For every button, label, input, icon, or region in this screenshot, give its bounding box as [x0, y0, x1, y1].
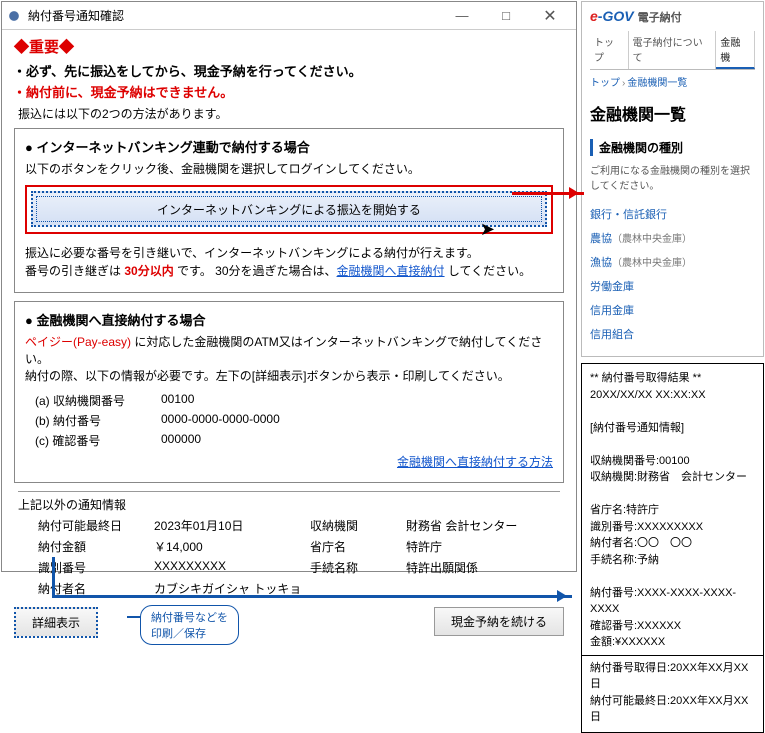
red-arrow [512, 192, 584, 195]
start-internet-banking-button[interactable]: インターネットバンキングによる振込を開始する [31, 191, 547, 227]
cat-shinkin[interactable]: 信用金庫 [590, 298, 755, 322]
cat-bank[interactable]: 銀行・信託銀行 [590, 202, 755, 226]
note-2: 納付前に、現金予納はできません。 [26, 82, 564, 101]
payment-info-rows: (a) 収納機関番号00100 (b) 納付番号0000-0000-0000-0… [35, 392, 553, 449]
detail-button[interactable]: 詳細表示 [14, 607, 98, 638]
panel1-desc: 以下のボタンをクリック後、金融機関を選択してログインしてください。 [25, 160, 553, 177]
panel2-desc: ペイジー(Pay-easy) に対応した金融機関のATM又はインターネットバンキ… [25, 333, 553, 384]
blue-arrow-right [52, 595, 572, 598]
direct-payment-link-inline[interactable]: 金融機関へ直接納付 [337, 264, 445, 278]
blue-arrow-down [52, 557, 55, 597]
receipt-panel: ** 納付番号取得結果 ** 20XX/XX/XX XX:XX:XX [納付番号… [581, 363, 764, 733]
tab-top[interactable]: トップ [590, 31, 629, 69]
app-icon [6, 8, 22, 24]
close-button[interactable]: ✕ [528, 3, 572, 29]
bank-category-list: 銀行・信託銀行 農協（農林中央金庫） 漁協（農林中央金庫） 労働金庫 信用金庫 … [590, 202, 755, 346]
panel2-title: ● 金融機関へ直接納付する場合 [25, 310, 553, 329]
crumb-top[interactable]: トップ [590, 78, 620, 89]
dialog-window: 納付番号通知確認 — □ ✕ ◆重要◆ 必ず、先に振込をしてから、現金予納を行っ… [1, 1, 577, 572]
egov-panel: e-GOV電子納付 トップ 電子納付について 金融機 トップ›金融機関一覧 金融… [581, 1, 764, 357]
continue-cash-button[interactable]: 現金予納を続ける [434, 607, 564, 636]
note-1: 必ず、先に振込をしてから、現金予納を行ってください。 [26, 61, 564, 80]
egov-note: ご利用になる金融機関の種別を選択してください。 [590, 162, 755, 192]
direct-payment-method-link[interactable]: 金融機関へ直接納付する方法 [397, 455, 553, 469]
maximize-button[interactable]: □ [484, 3, 528, 29]
other-info-grid: 納付可能最終日2023年01月10日収納機関財務省 会計センター 納付金額￥14… [38, 517, 564, 597]
panel1-title: ● インターネットバンキング連動で納付する場合 [25, 137, 553, 156]
other-info-title: 上記以外の通知情報 [18, 491, 560, 513]
highlighted-button-frame: インターネットバンキングによる振込を開始する ➤ [25, 185, 553, 234]
tab-banks[interactable]: 金融機 [716, 31, 755, 69]
minimize-button[interactable]: — [440, 3, 484, 29]
breadcrumb: トップ›金融機関一覧 [590, 74, 755, 89]
cat-shinkumi[interactable]: 信用組合 [590, 322, 755, 346]
important-heading: ◆重要◆ [14, 36, 564, 57]
subnote: 振込には以下の2つの方法があります。 [18, 105, 560, 122]
cat-noukyou[interactable]: 農協（農林中央金庫） [590, 226, 755, 250]
window-title: 納付番号通知確認 [28, 7, 440, 24]
tab-about[interactable]: 電子納付について [629, 31, 717, 69]
panel-internet-banking: ● インターネットバンキング連動で納付する場合 以下のボタンをクリック後、金融機… [14, 128, 564, 293]
cat-gyokyou[interactable]: 漁協（農林中央金庫） [590, 250, 755, 274]
detail-callout: 納付番号などを 印刷／保存 [140, 605, 239, 645]
egov-logo: e-GOV電子納付 [590, 8, 755, 25]
panel1-footnote: 振込に必要な番号を引き継いで、インターネットバンキングによる納付が行えます。 番… [25, 244, 553, 280]
panel-direct-payment: ● 金融機関へ直接納付する場合 ペイジー(Pay-easy) に対応した金融機関… [14, 301, 564, 483]
cat-roukin[interactable]: 労働金庫 [590, 274, 755, 298]
egov-tabs: トップ 電子納付について 金融機 [590, 31, 755, 70]
egov-subheading: 金融機関の種別 [590, 139, 755, 156]
titlebar: 納付番号通知確認 — □ ✕ [2, 2, 576, 30]
egov-heading: 金融機関一覧 [590, 101, 755, 125]
